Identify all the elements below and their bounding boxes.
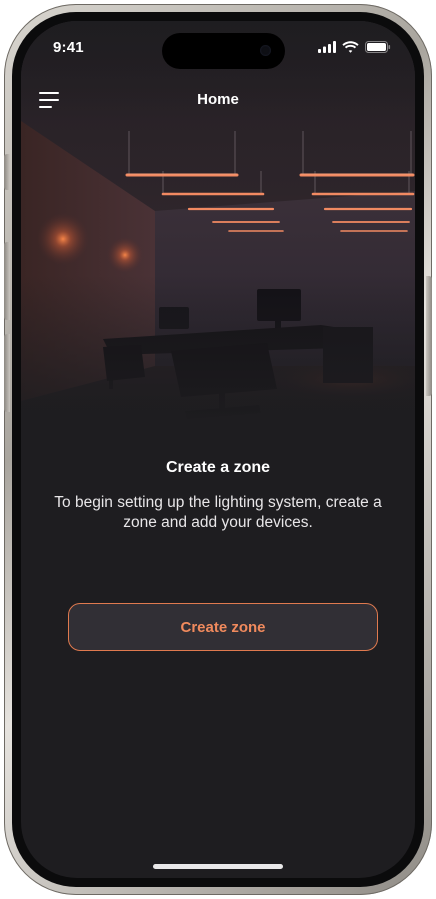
- status-time: 9:41: [53, 39, 84, 56]
- front-camera: [260, 45, 271, 56]
- wifi-icon: [342, 41, 359, 53]
- battery-icon: [365, 41, 391, 53]
- cellular-signal-icon: [318, 41, 336, 53]
- volume-up-button: [4, 242, 10, 320]
- status-bar: 9:41: [21, 21, 415, 71]
- home-indicator[interactable]: [153, 864, 283, 869]
- dynamic-island: [162, 33, 285, 69]
- empty-state-title: Create a zone: [165, 459, 271, 476]
- action-button: [4, 154, 10, 190]
- empty-state: Create a zone To begin setting up the li…: [21, 459, 415, 533]
- status-icons: [318, 41, 391, 53]
- page-title: Home: [197, 91, 239, 108]
- nav-bar: Home: [21, 81, 415, 121]
- power-button: [426, 276, 432, 396]
- empty-state-description: To begin setting up the lighting system,…: [54, 494, 382, 531]
- app-screen: 9:41 Home Create a zone To begin setting…: [21, 21, 415, 878]
- create-zone-button[interactable]: Create zone: [68, 603, 378, 651]
- volume-down-button: [4, 334, 10, 412]
